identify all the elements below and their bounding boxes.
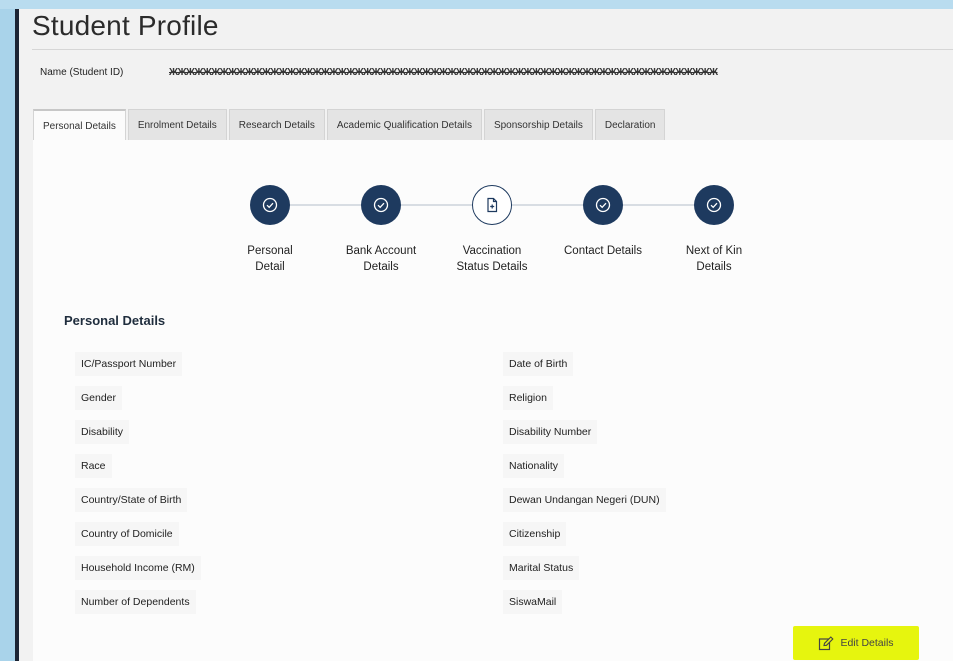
step-label-line: Details bbox=[363, 261, 399, 273]
field-label: IC/Passport Number bbox=[75, 352, 183, 376]
student-name-value: ЖЖЖЖЖЖЖЖЖЖЖЖЖЖЖЖЖЖЖЖЖЖЖЖЖЖЖЖЖЖЖЖЖЖЖЖЖЖЖЖ… bbox=[169, 67, 718, 78]
field-label: SiswaMail bbox=[503, 590, 563, 614]
student-name-label: Name (Student ID) bbox=[40, 67, 124, 78]
section-title: Personal Details bbox=[64, 313, 166, 328]
step-label-line: Status Details bbox=[456, 261, 528, 273]
field-label: Country of Domicile bbox=[75, 522, 179, 546]
step-label: Next of Kin Details bbox=[659, 243, 769, 275]
field-label: Number of Dependents bbox=[75, 590, 196, 614]
student-profile-page: Student Profile Name (Student ID) ЖЖЖЖЖЖ… bbox=[19, 9, 953, 661]
top-band bbox=[0, 0, 953, 9]
step-next-of-kin-details[interactable] bbox=[694, 185, 734, 225]
tab-personal-details[interactable]: Personal Details bbox=[33, 109, 126, 141]
check-circle-icon bbox=[595, 197, 611, 213]
step-label: Bank Account Details bbox=[326, 243, 436, 275]
step-personal-detail[interactable] bbox=[250, 185, 290, 225]
progress-stepper: Personal Detail Bank Account Details Vac… bbox=[33, 140, 953, 290]
check-circle-icon bbox=[706, 197, 722, 213]
field-label: Religion bbox=[503, 386, 553, 410]
check-circle-icon bbox=[373, 197, 389, 213]
stepper-connector bbox=[289, 204, 363, 206]
title-divider bbox=[32, 49, 953, 50]
stepper-connector bbox=[399, 204, 473, 206]
tab-declaration[interactable]: Declaration bbox=[594, 109, 666, 140]
step-label-line: Details bbox=[696, 261, 732, 273]
field-label: Disability Number bbox=[503, 420, 598, 444]
page-title: Student Profile bbox=[32, 10, 219, 41]
profile-tabs: Personal Details Enrolment Details Resea… bbox=[33, 109, 667, 141]
tab-academic-qualification-details[interactable]: Academic Qualification Details bbox=[326, 109, 482, 140]
edit-details-button[interactable]: Edit Details bbox=[793, 626, 919, 660]
field-label: Country/State of Birth bbox=[75, 488, 188, 512]
tab-research-details[interactable]: Research Details bbox=[228, 109, 325, 140]
edit-details-label: Edit Details bbox=[840, 637, 894, 649]
field-label: Citizenship bbox=[503, 522, 567, 546]
step-label-line: Contact Details bbox=[564, 245, 642, 257]
check-circle-icon bbox=[262, 197, 278, 213]
field-label: Gender bbox=[75, 386, 123, 410]
tab-sponsorship-details[interactable]: Sponsorship Details bbox=[483, 109, 593, 140]
document-plus-icon bbox=[487, 197, 498, 213]
field-label: Disability bbox=[75, 420, 130, 444]
step-bank-account-details[interactable] bbox=[361, 185, 401, 225]
step-label-line: Bank Account bbox=[345, 245, 417, 257]
field-label: Household Income (RM) bbox=[75, 556, 201, 580]
step-label-line: Vaccination bbox=[462, 245, 522, 257]
personal-details-panel: Personal Detail Bank Account Details Vac… bbox=[33, 140, 953, 661]
field-label: Marital Status bbox=[503, 556, 580, 580]
step-label-line: Personal bbox=[247, 245, 293, 257]
step-label: Vaccination Status Details bbox=[437, 243, 547, 275]
step-label: Contact Details bbox=[548, 243, 658, 259]
stepper-connector bbox=[511, 204, 585, 206]
step-label-line: Detail bbox=[255, 261, 285, 273]
step-contact-details[interactable] bbox=[583, 185, 623, 225]
step-label-line: Next of Kin bbox=[685, 245, 743, 257]
field-label: Date of Birth bbox=[503, 352, 574, 376]
step-vaccination-status-details[interactable] bbox=[472, 185, 512, 225]
tab-enrolment-details[interactable]: Enrolment Details bbox=[127, 109, 227, 140]
step-label: Personal Detail bbox=[215, 243, 325, 275]
field-label: Nationality bbox=[503, 454, 565, 478]
field-label: Dewan Undangan Negeri (DUN) bbox=[503, 488, 666, 512]
stepper-connector bbox=[621, 204, 695, 206]
edit-icon bbox=[819, 635, 835, 650]
field-label: Race bbox=[75, 454, 112, 478]
